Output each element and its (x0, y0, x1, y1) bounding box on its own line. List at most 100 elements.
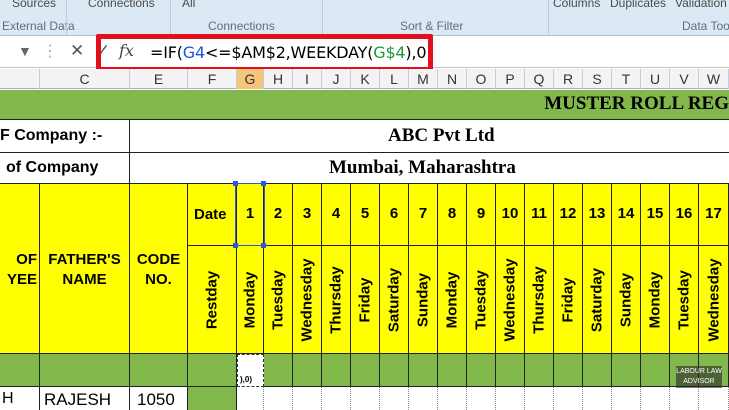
row4-cell[interactable] (322, 354, 351, 387)
column-header-u[interactable]: U (641, 69, 670, 89)
cancel-icon[interactable]: ✕ (70, 41, 84, 61)
column-header-j[interactable]: J (322, 69, 351, 89)
father-name-cell[interactable]: RAJESH (40, 387, 130, 410)
connections-button[interactable]: Connections (88, 0, 155, 10)
row4-cell[interactable]: ),0) (237, 354, 264, 387)
day-cell[interactable]: Tuesday (264, 246, 293, 354)
row4-cell[interactable] (554, 354, 583, 387)
date-cell[interactable]: 11 (525, 184, 554, 246)
address-cell[interactable]: Mumbai, Maharashtra (130, 153, 729, 184)
namebox-dropdown-icon[interactable]: ▼ (18, 43, 32, 59)
attendance-cell[interactable] (612, 387, 641, 410)
column-header-k[interactable]: K (351, 69, 380, 89)
attendance-cell[interactable] (554, 387, 583, 410)
attendance-cell[interactable] (641, 387, 670, 410)
row4-cell[interactable] (188, 354, 237, 387)
attendance-cell[interactable] (293, 387, 322, 410)
attendance-cell[interactable] (438, 387, 467, 410)
date-cell[interactable]: 10 (496, 184, 525, 246)
attendance-cell[interactable] (699, 387, 729, 410)
code-cell[interactable]: 1050 (130, 387, 188, 410)
column-header-c[interactable]: C (40, 69, 130, 89)
date-cell[interactable]: 3 (293, 184, 322, 246)
columns-button[interactable]: Columns (553, 0, 600, 10)
date-cell[interactable]: 1 (237, 184, 264, 246)
column-header-t[interactable]: T (612, 69, 641, 89)
row4-cell[interactable] (293, 354, 322, 387)
date-cell[interactable]: 2 (264, 184, 293, 246)
date-cell[interactable]: 9 (467, 184, 496, 246)
date-cell[interactable]: 12 (554, 184, 583, 246)
day-cell[interactable]: Saturday (380, 246, 409, 354)
column-header-l[interactable]: L (380, 69, 409, 89)
date-cell[interactable]: 16 (670, 184, 699, 246)
row4-cell[interactable] (40, 354, 130, 387)
attendance-cell[interactable] (467, 387, 496, 410)
duplicates-button[interactable]: Duplicates (610, 0, 666, 10)
row4-cell[interactable] (0, 354, 40, 387)
company-name-cell[interactable]: ABC Pvt Ltd (130, 120, 729, 153)
column-header-g[interactable]: G (237, 69, 264, 89)
code-no-header[interactable]: CODE NO. (130, 184, 188, 354)
row4-cell[interactable] (351, 354, 380, 387)
day-cell[interactable]: Monday (641, 246, 670, 354)
row4-cell[interactable] (130, 354, 188, 387)
validation-button[interactable]: Validation (675, 0, 727, 10)
day-cell[interactable]: Monday (237, 246, 264, 354)
column-header-f[interactable]: F (188, 69, 237, 89)
all-button[interactable]: All (182, 0, 195, 10)
attendance-cell[interactable] (264, 387, 293, 410)
day-cell[interactable]: Wednesday (293, 246, 322, 354)
day-cell[interactable]: Friday (351, 246, 380, 354)
column-header-i[interactable]: I (293, 69, 322, 89)
date-cell[interactable]: 6 (380, 184, 409, 246)
day-cell[interactable]: Tuesday (670, 246, 699, 354)
date-cell[interactable]: 5 (351, 184, 380, 246)
column-header-e[interactable]: E (130, 69, 188, 89)
row4-cell[interactable] (641, 354, 670, 387)
day-cell[interactable]: Sunday (409, 246, 438, 354)
row4-cell[interactable] (467, 354, 496, 387)
company-label-cell[interactable]: F Company :- (0, 120, 130, 153)
attendance-cell[interactable] (409, 387, 438, 410)
column-header-w[interactable]: W (699, 69, 729, 89)
column-header-o[interactable]: O (467, 69, 496, 89)
day-cell[interactable]: Saturday (583, 246, 612, 354)
date-cell[interactable]: 4 (322, 184, 351, 246)
father-name-header[interactable]: FATHER'S NAME (40, 184, 130, 354)
column-header-r[interactable]: R (554, 69, 583, 89)
date-cell[interactable]: 7 (409, 184, 438, 246)
day-cell[interactable]: Thursday (322, 246, 351, 354)
date-cell[interactable]: 13 (583, 184, 612, 246)
sources-button[interactable]: Sources (12, 0, 56, 10)
employee-name-header[interactable]: OF YEE (0, 184, 40, 354)
date-cell[interactable]: 8 (438, 184, 467, 246)
row4-cell[interactable] (496, 354, 525, 387)
column-header-q[interactable]: Q (525, 69, 554, 89)
row4-cell[interactable] (525, 354, 554, 387)
column-header[interactable] (0, 69, 40, 89)
attendance-cell[interactable] (237, 387, 264, 410)
row4-cell[interactable] (409, 354, 438, 387)
day-cell[interactable]: Wednesday (496, 246, 525, 354)
column-header-v[interactable]: V (670, 69, 699, 89)
row4-cell[interactable] (264, 354, 293, 387)
row4-cell[interactable] (612, 354, 641, 387)
date-cell[interactable]: 15 (641, 184, 670, 246)
attendance-cell[interactable] (670, 387, 699, 410)
attendance-cell[interactable] (322, 387, 351, 410)
column-header-s[interactable]: S (583, 69, 612, 89)
column-header-m[interactable]: M (409, 69, 438, 89)
date-cell[interactable]: 17 (699, 184, 729, 246)
address-label-cell[interactable]: of Company (0, 153, 130, 184)
row4-cell[interactable] (438, 354, 467, 387)
attendance-cell[interactable] (525, 387, 554, 410)
day-cell[interactable]: Wednesday (699, 246, 729, 354)
restday-header[interactable]: Restday (188, 246, 237, 354)
day-cell[interactable]: Thursday (525, 246, 554, 354)
day-cell[interactable]: Monday (438, 246, 467, 354)
column-header-n[interactable]: N (438, 69, 467, 89)
day-cell[interactable]: Tuesday (467, 246, 496, 354)
column-header-p[interactable]: P (496, 69, 525, 89)
day-cell[interactable]: Sunday (612, 246, 641, 354)
